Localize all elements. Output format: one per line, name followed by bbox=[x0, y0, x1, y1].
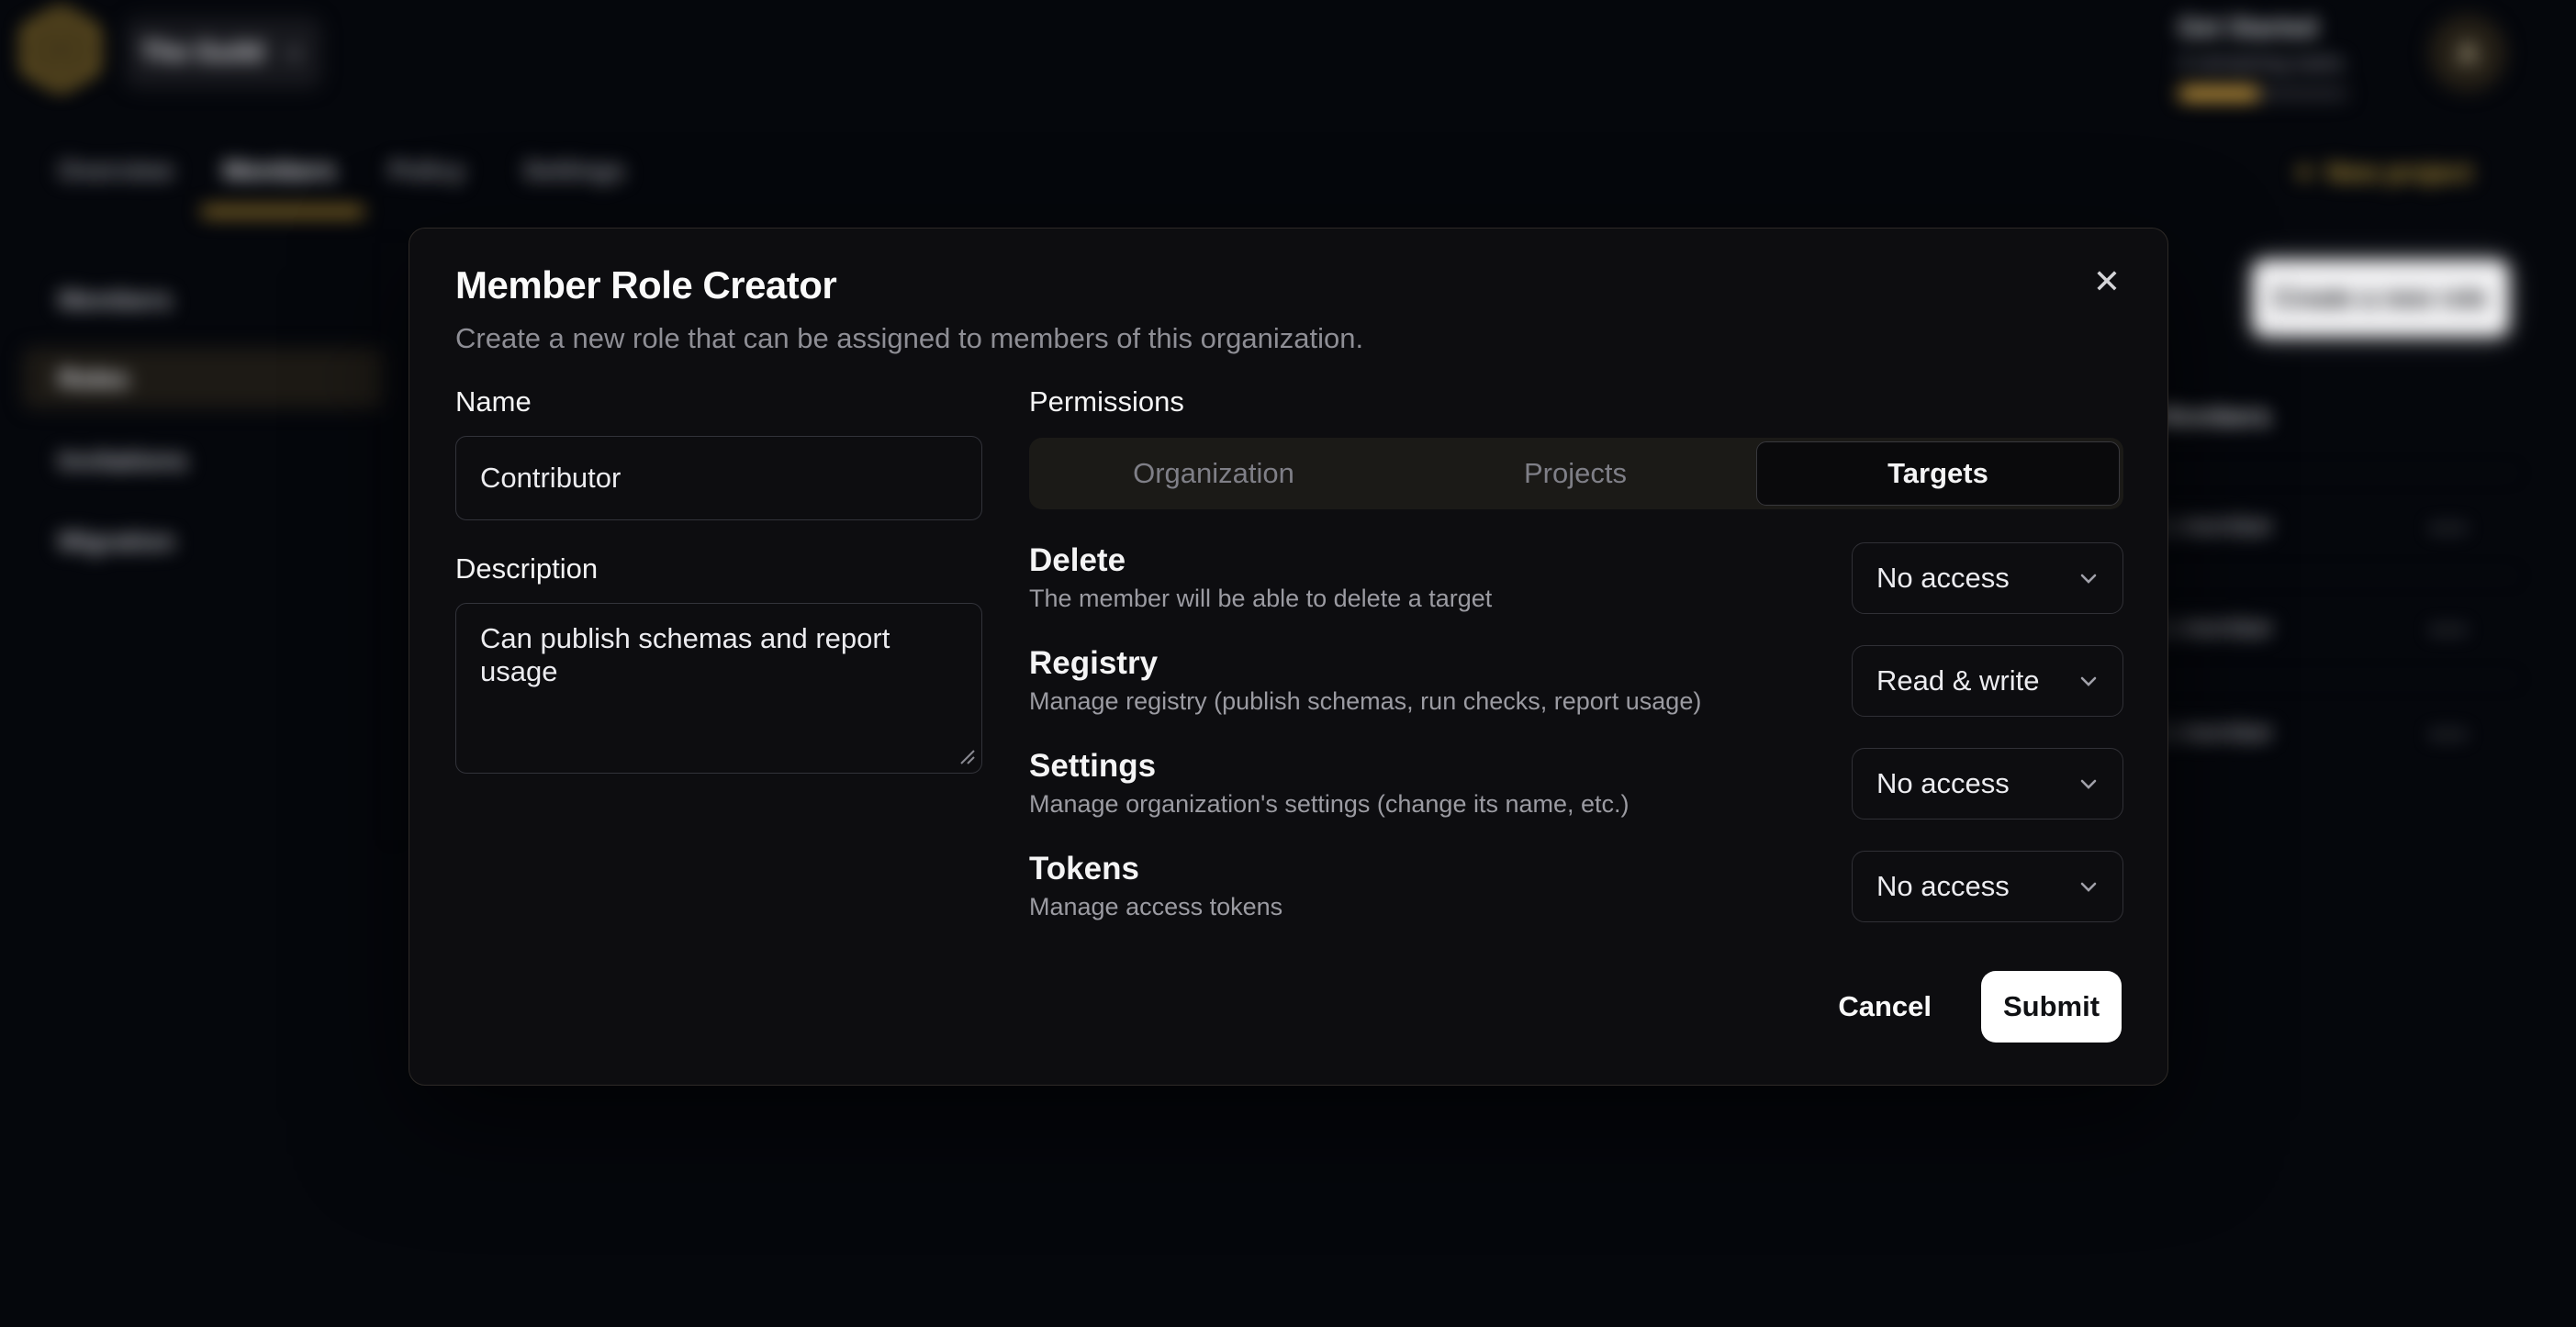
chevron-down-icon bbox=[2075, 564, 2102, 592]
selected-value: No access bbox=[1876, 767, 2010, 800]
table-divider bbox=[2157, 679, 2517, 680]
user-avatar[interactable]: A bbox=[2429, 15, 2506, 92]
org-switcher-button[interactable]: The Guild bbox=[126, 17, 321, 88]
org-nav: Overview Members Policy Settings + New p… bbox=[0, 149, 2558, 222]
tab-targets[interactable]: Targets bbox=[1756, 441, 2120, 506]
description-label: Description bbox=[455, 555, 982, 583]
close-icon[interactable]: ✕ bbox=[2083, 258, 2131, 306]
role-row-members-count: 1 member bbox=[2157, 718, 2273, 747]
permission-description: Manage organization's settings (change i… bbox=[1029, 790, 1630, 819]
tokens-access-select[interactable]: No access bbox=[1852, 851, 2123, 922]
permission-title: Registry bbox=[1029, 645, 1701, 682]
permission-description: Manage registry (publish schemas, run ch… bbox=[1029, 687, 1701, 716]
new-project-label: New project bbox=[2326, 158, 2472, 187]
get-started-widget[interactable]: Get Started 4 remaining tasks bbox=[2178, 13, 2353, 100]
registry-access-select[interactable]: Read & write bbox=[1852, 645, 2123, 717]
get-started-progress-track bbox=[2178, 87, 2347, 100]
new-project-link[interactable]: + New project bbox=[2295, 158, 2472, 187]
topbar: The Guild Get Started 4 remaining tasks … bbox=[0, 0, 2558, 121]
role-row-members-count: 1 member bbox=[2157, 613, 2273, 642]
submit-button[interactable]: Submit bbox=[1981, 971, 2122, 1043]
permission-title: Tokens bbox=[1029, 851, 1282, 887]
member-role-creator-dialog: ✕ Member Role Creator Create a new role … bbox=[409, 228, 2168, 1086]
avatar-letter: A bbox=[2457, 37, 2478, 71]
description-textarea[interactable] bbox=[455, 603, 982, 774]
settings-access-select[interactable]: No access bbox=[1852, 748, 2123, 820]
progress-fill bbox=[2178, 87, 2259, 100]
active-tab-underline bbox=[201, 206, 364, 217]
permission-title: Delete bbox=[1029, 542, 1492, 579]
row-menu-icon[interactable]: ••• bbox=[2431, 514, 2470, 542]
chevron-down-icon bbox=[2075, 770, 2102, 797]
nav-tab-settings[interactable]: Settings bbox=[523, 156, 624, 185]
delete-access-select[interactable]: No access bbox=[1852, 542, 2123, 614]
name-input[interactable] bbox=[455, 436, 982, 520]
role-form-left-column: Name Description bbox=[455, 388, 982, 774]
selected-value: Read & write bbox=[1876, 664, 2039, 697]
table-divider bbox=[2157, 575, 2517, 576]
get-started-title: Get Started bbox=[2178, 13, 2353, 42]
nav-tab-members[interactable]: Members bbox=[223, 156, 336, 185]
selected-value: No access bbox=[1876, 870, 2010, 903]
row-menu-icon[interactable]: ••• bbox=[2431, 616, 2470, 644]
chevron-down-icon bbox=[282, 41, 306, 65]
tab-organization[interactable]: Organization bbox=[1033, 441, 1394, 506]
dialog-footer: Cancel Submit bbox=[1838, 971, 2122, 1043]
permission-description: Manage access tokens bbox=[1029, 893, 1282, 921]
permissions-tablist: Organization Projects Targets bbox=[1029, 438, 2123, 509]
create-new-role-button[interactable]: Create a new role bbox=[2252, 260, 2509, 337]
sidebar-item-migration[interactable]: Migration bbox=[59, 527, 174, 556]
sidebar-divider bbox=[393, 243, 394, 840]
chevron-down-icon bbox=[2075, 667, 2102, 695]
cancel-button[interactable]: Cancel bbox=[1838, 990, 1932, 1023]
sidebar-item-members[interactable]: Members bbox=[59, 285, 172, 315]
resize-grip-icon[interactable] bbox=[956, 745, 976, 765]
sidebar-item-roles[interactable]: Roles bbox=[59, 364, 129, 394]
permission-row-settings: Settings Manage organization's settings … bbox=[1029, 748, 2123, 821]
plus-icon: + bbox=[2295, 160, 2313, 185]
permission-title: Settings bbox=[1029, 748, 1630, 785]
hive-logo-icon bbox=[23, 9, 98, 90]
permissions-label: Permissions bbox=[1029, 388, 2123, 416]
dialog-title: Member Role Creator bbox=[455, 263, 836, 307]
nav-tab-policy[interactable]: Policy bbox=[389, 156, 465, 185]
permissions-column: Permissions Organization Projects Target… bbox=[1029, 388, 2123, 953]
permission-row-delete: Delete The member will be able to delete… bbox=[1029, 542, 2123, 616]
permission-row-tokens: Tokens Manage access tokens No access bbox=[1029, 851, 2123, 924]
permission-row-registry: Registry Manage registry (publish schema… bbox=[1029, 645, 2123, 719]
table-divider bbox=[2157, 473, 2517, 474]
get-started-subtitle: 4 remaining tasks bbox=[2178, 50, 2353, 75]
permission-rows: Delete The member will be able to delete… bbox=[1029, 542, 2123, 924]
row-menu-icon[interactable]: ••• bbox=[2431, 720, 2470, 749]
name-label: Name bbox=[455, 388, 982, 416]
role-row-members-count: 1 member bbox=[2157, 511, 2273, 541]
sidebar-item-invitations[interactable]: Invitations bbox=[59, 446, 187, 475]
dialog-subtitle: Create a new role that can be assigned t… bbox=[455, 322, 1363, 355]
permission-description: The member will be able to delete a targ… bbox=[1029, 585, 1492, 613]
chevron-down-icon bbox=[2075, 873, 2102, 900]
selected-value: No access bbox=[1876, 562, 2010, 595]
org-name: The Guild bbox=[141, 38, 264, 68]
tab-projects[interactable]: Projects bbox=[1394, 441, 1756, 506]
nav-tab-overview[interactable]: Overview bbox=[59, 156, 174, 185]
members-column-heading: Members bbox=[2157, 402, 2270, 431]
